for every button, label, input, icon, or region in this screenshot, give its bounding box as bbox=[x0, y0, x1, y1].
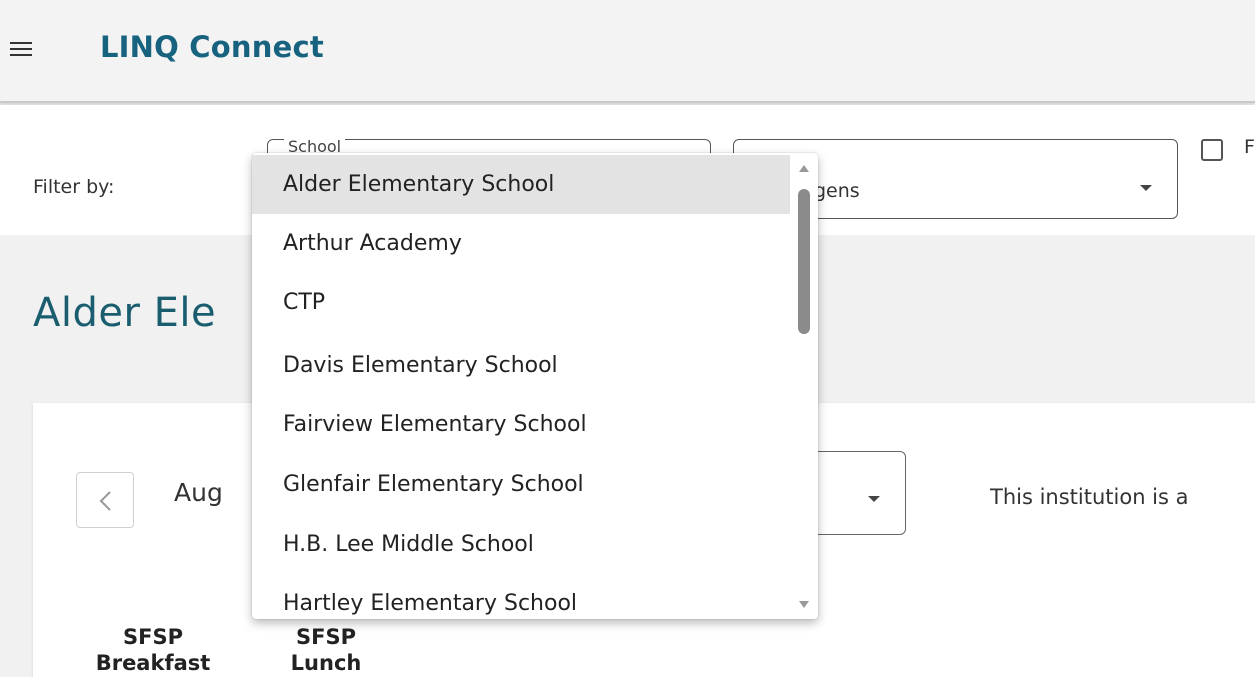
column-header-line: SFSP bbox=[296, 625, 356, 649]
previous-month-button[interactable] bbox=[76, 472, 134, 528]
hamburger-menu-icon[interactable] bbox=[8, 38, 42, 64]
filter-checkbox[interactable] bbox=[1201, 139, 1223, 161]
column-header-line: SFSP bbox=[123, 625, 183, 649]
school-option[interactable]: Davis Elementary School bbox=[252, 336, 790, 395]
column-header: SFSP Breakfast bbox=[78, 624, 228, 676]
school-option[interactable]: Fairview Elementary School bbox=[252, 395, 790, 454]
column-header-line: Breakfast bbox=[95, 651, 211, 675]
school-option[interactable]: Hartley Elementary School bbox=[252, 574, 790, 619]
school-option[interactable]: CTP bbox=[252, 273, 790, 332]
school-option[interactable]: Arthur Academy bbox=[252, 214, 790, 273]
app-header: LINQ Connect bbox=[0, 0, 1255, 103]
filter-label: Filter by: bbox=[33, 176, 115, 198]
column-header: SFSP Lunch bbox=[276, 624, 376, 676]
dropdown-scrollbar[interactable] bbox=[790, 153, 818, 619]
school-option[interactable]: Glenfair Elementary School bbox=[252, 455, 790, 514]
scroll-thumb[interactable] bbox=[798, 189, 810, 334]
institution-notice: This institution is a bbox=[990, 485, 1189, 509]
column-header-line: Lunch bbox=[290, 651, 362, 675]
month-label: Aug bbox=[174, 478, 223, 507]
school-option[interactable]: Alder Elementary School bbox=[252, 155, 790, 214]
chevron-down-icon[interactable] bbox=[1140, 185, 1152, 191]
scroll-down-arrow-icon[interactable] bbox=[799, 601, 809, 608]
menu-bar bbox=[10, 48, 32, 50]
allergen-select-value: gens bbox=[814, 180, 860, 202]
menu-bar bbox=[10, 54, 32, 56]
school-option[interactable]: H.B. Lee Middle School bbox=[252, 515, 790, 574]
page-title: Alder Ele bbox=[33, 290, 217, 336]
chevron-down-icon[interactable] bbox=[868, 496, 880, 502]
brand-logo-text[interactable]: LINQ Connect bbox=[100, 30, 324, 64]
scroll-up-arrow-icon[interactable] bbox=[799, 165, 809, 172]
filter-checkbox-label: F bbox=[1244, 136, 1255, 158]
menu-bar bbox=[10, 42, 32, 44]
chevron-left-icon bbox=[99, 491, 111, 511]
school-dropdown-list[interactable]: Alder Elementary School Arthur Academy C… bbox=[252, 153, 818, 619]
